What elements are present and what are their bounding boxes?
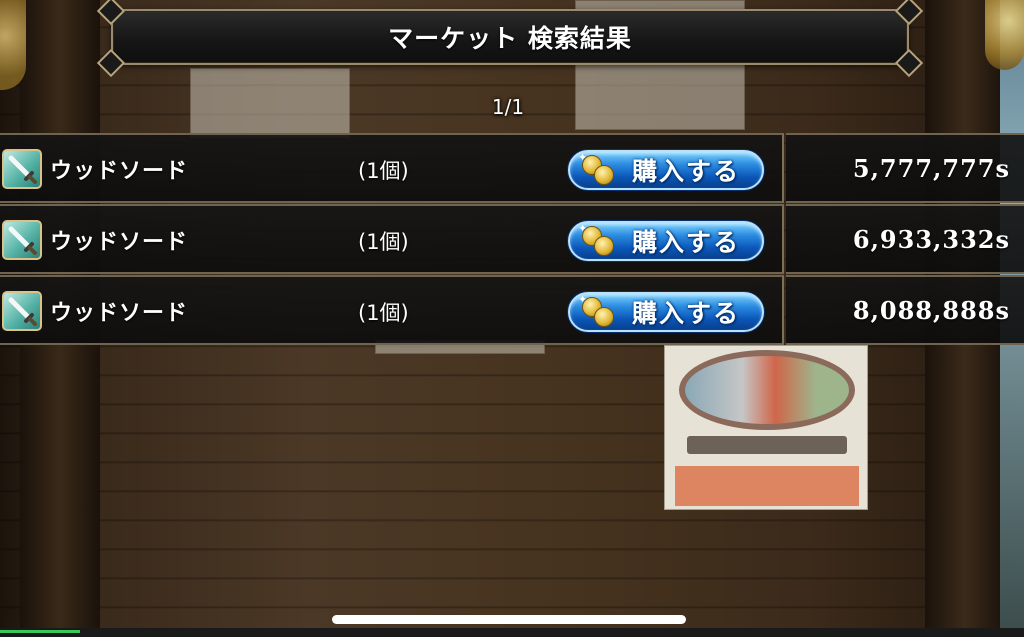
result-row-main: ウッドソード (1個) ✦ 購入する xyxy=(0,133,784,203)
buy-button-label: 購入する xyxy=(632,228,741,257)
page-indicator: 1/1 xyxy=(491,95,525,119)
item-quantity: (1個) xyxy=(358,301,409,325)
result-row: ウッドソード (1個) ✦ 購入する 8,088,888s xyxy=(0,275,1024,345)
result-row: ウッドソード (1個) ✦ 購入する 5,777,777s xyxy=(0,133,1024,203)
page-title: マーケット 検索結果 xyxy=(388,24,632,53)
buy-button-label: 購入する xyxy=(632,157,741,186)
bottom-status-bar xyxy=(0,628,1024,637)
coin-icon: ✦ xyxy=(578,222,618,258)
buy-button[interactable]: ✦ 購入する xyxy=(568,221,764,261)
gold-ornament-left xyxy=(0,0,26,90)
item-quantity: (1個) xyxy=(358,230,409,254)
background-poster xyxy=(664,345,868,510)
buy-button-label: 購入する xyxy=(632,299,741,328)
item-price: 6,933,332s xyxy=(852,224,1010,254)
wood-sword-icon xyxy=(2,291,42,331)
result-row-price: 5,777,777s xyxy=(786,133,1024,203)
wood-sword-icon xyxy=(2,220,42,260)
result-row-price: 6,933,332s xyxy=(786,204,1024,274)
poster-footer xyxy=(675,466,859,506)
home-indicator[interactable] xyxy=(332,615,686,624)
result-row-main: ウッドソード (1個) ✦ 購入する xyxy=(0,204,784,274)
result-row-main: ウッドソード (1個) ✦ 購入する xyxy=(0,275,784,345)
item-quantity: (1個) xyxy=(358,159,409,183)
item-name: ウッドソード xyxy=(50,159,189,184)
poster-emblem xyxy=(679,350,855,430)
item-name: ウッドソード xyxy=(50,230,189,255)
posted-paper xyxy=(190,68,350,138)
item-price: 8,088,888s xyxy=(852,295,1010,325)
gold-ornament-right xyxy=(985,0,1024,70)
search-result-list: ウッドソード (1個) ✦ 購入する 5,777,777s ウッドソード (1個… xyxy=(0,133,1024,346)
poster-band xyxy=(687,436,847,454)
wood-sword-icon xyxy=(2,149,42,189)
buy-button[interactable]: ✦ 購入する xyxy=(568,292,764,332)
result-row-price: 8,088,888s xyxy=(786,275,1024,345)
bottom-status-fill xyxy=(0,630,80,633)
coin-icon: ✦ xyxy=(578,151,618,187)
buy-button[interactable]: ✦ 購入する xyxy=(568,150,764,190)
coin-icon: ✦ xyxy=(578,293,618,329)
item-price: 5,777,777s xyxy=(852,153,1010,183)
page-header: マーケット 検索結果 xyxy=(96,0,924,78)
result-row: ウッドソード (1個) ✦ 購入する 6,933,332s xyxy=(0,204,1024,274)
item-name: ウッドソード xyxy=(50,301,189,326)
